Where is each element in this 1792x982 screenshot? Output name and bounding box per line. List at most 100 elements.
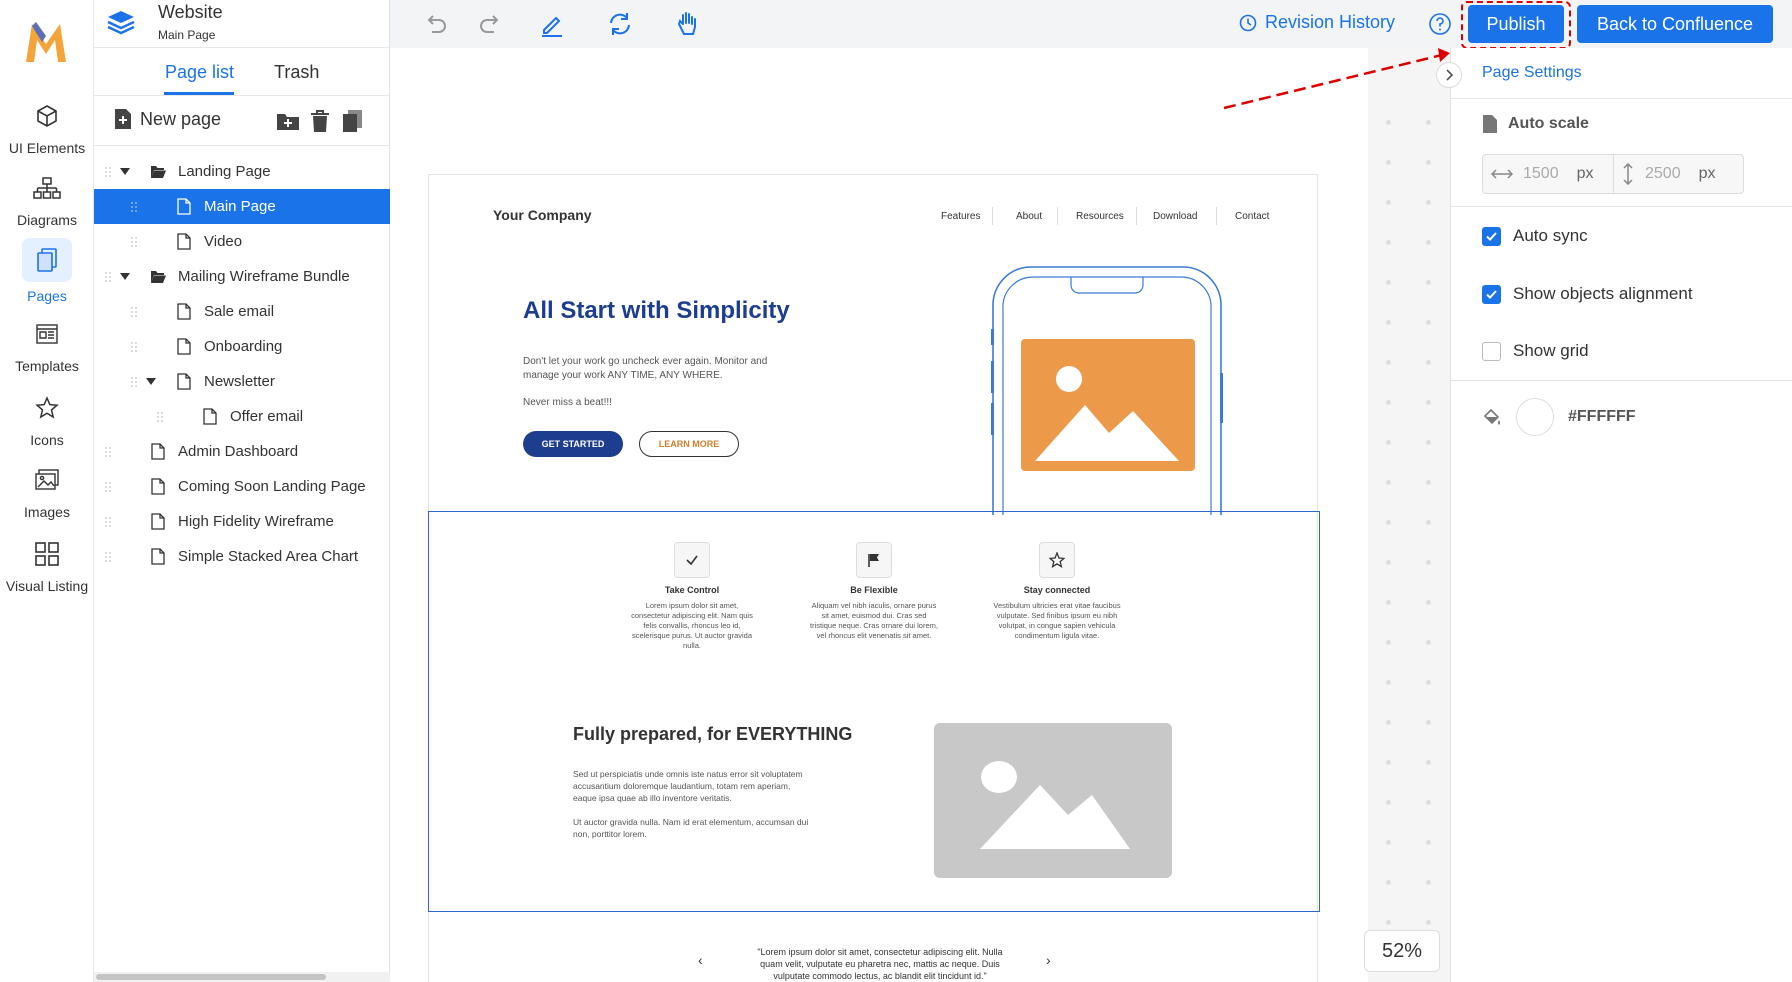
drag-handle-icon[interactable] bbox=[104, 551, 112, 563]
height-unit: px bbox=[1698, 165, 1716, 182]
rail-item-templates[interactable]: Templates bbox=[0, 316, 94, 374]
get-started-button[interactable]: GET STARTED bbox=[523, 431, 623, 457]
tab-trash[interactable]: Trash bbox=[274, 62, 319, 83]
image-placeholder-icon bbox=[934, 723, 1172, 878]
collapse-panel-button[interactable] bbox=[1436, 62, 1462, 88]
drag-handle-icon[interactable] bbox=[104, 516, 112, 528]
nav-separator bbox=[1057, 207, 1058, 225]
show-grid-checkbox[interactable]: Show grid bbox=[1482, 341, 1589, 361]
drag-handle-icon[interactable] bbox=[130, 306, 138, 318]
tree-item[interactable]: Offer email bbox=[94, 399, 390, 434]
tree-item[interactable]: Landing Page bbox=[94, 154, 390, 189]
tree-item-label: Admin Dashboard bbox=[178, 443, 299, 460]
folder-open-icon bbox=[151, 271, 166, 283]
caret-down-icon[interactable] bbox=[120, 273, 130, 280]
color-hex[interactable]: #FFFFFF bbox=[1568, 408, 1636, 426]
redo-icon[interactable] bbox=[476, 10, 504, 38]
feature-title: Take Control bbox=[664, 585, 720, 595]
wireframe-nav-resources[interactable]: Resources bbox=[1076, 211, 1124, 222]
rail-item-diagrams[interactable]: Diagrams bbox=[0, 170, 94, 228]
hand-pan-icon[interactable] bbox=[674, 10, 702, 38]
auto-sync-checkbox[interactable]: Auto sync bbox=[1482, 226, 1588, 246]
rail-item-images[interactable]: Images bbox=[0, 462, 94, 520]
new-page-icon bbox=[115, 109, 131, 129]
drag-handle-icon[interactable] bbox=[156, 411, 164, 423]
drag-handle-icon[interactable] bbox=[130, 376, 138, 388]
publish-button[interactable]: Publish bbox=[1468, 5, 1564, 43]
duplicate-icon[interactable] bbox=[340, 108, 364, 134]
auto-scale[interactable]: Auto scale bbox=[1482, 114, 1589, 134]
carousel-next-icon[interactable]: › bbox=[1046, 952, 1051, 968]
drag-handle-icon[interactable] bbox=[104, 271, 112, 283]
checkbox-checked-icon[interactable] bbox=[1482, 226, 1501, 246]
page-tree: Landing Page Main Page Video Mailing Wirefr… bbox=[94, 154, 390, 574]
tree-item[interactable]: Main Page bbox=[94, 189, 390, 224]
scrollbar-thumb[interactable] bbox=[96, 974, 326, 980]
drag-handle-icon[interactable] bbox=[130, 201, 138, 213]
rail-label: Diagrams bbox=[17, 212, 77, 228]
grid-dot bbox=[1386, 400, 1391, 405]
wireframe-nav-about[interactable]: About bbox=[1016, 211, 1042, 222]
rail-item-icons[interactable]: Icons bbox=[0, 390, 94, 448]
tree-item[interactable]: Sale email bbox=[94, 294, 390, 329]
tree-item[interactable]: Newsletter bbox=[94, 364, 390, 399]
color-swatch[interactable] bbox=[1516, 398, 1554, 436]
grid-dot bbox=[1386, 320, 1391, 325]
new-page-button[interactable]: New page bbox=[114, 108, 221, 130]
tree-item[interactable]: High Fidelity Wireframe bbox=[94, 504, 390, 539]
drag-handle-icon[interactable] bbox=[104, 481, 112, 493]
drag-handle-icon[interactable] bbox=[104, 166, 112, 178]
tree-item[interactable]: Mailing Wireframe Bundle bbox=[94, 259, 390, 294]
height-value: 2500 bbox=[1645, 165, 1681, 182]
learn-more-button[interactable]: LEARN MORE bbox=[639, 431, 739, 457]
edit-pencil-icon[interactable] bbox=[538, 10, 566, 38]
height-input[interactable]: 2500 px bbox=[1623, 155, 1743, 193]
feature-take-control: Take Control Lorem ipsum dolor sit amet,… bbox=[627, 542, 757, 651]
help-icon[interactable] bbox=[1428, 12, 1452, 36]
undo-icon[interactable] bbox=[422, 10, 450, 38]
tree-item[interactable]: Simple Stacked Area Chart bbox=[94, 539, 390, 574]
grid-dot bbox=[1426, 520, 1431, 525]
grid-dot bbox=[1386, 920, 1391, 925]
selected-section[interactable]: Take Control Lorem ipsum dolor sit amet,… bbox=[428, 511, 1320, 912]
prepared-title: Fully prepared, for EVERYTHING bbox=[573, 724, 853, 744]
tree-item[interactable]: Admin Dashboard bbox=[94, 434, 390, 469]
page-icon bbox=[203, 408, 217, 425]
new-folder-icon[interactable] bbox=[276, 108, 300, 134]
grid-dot bbox=[1386, 160, 1391, 165]
caret-down-icon[interactable] bbox=[146, 378, 156, 385]
checkbox-checked-icon[interactable] bbox=[1482, 284, 1501, 304]
rail-item-pages[interactable]: Pages bbox=[0, 238, 94, 304]
tab-page-list[interactable]: Page list bbox=[165, 62, 234, 83]
panel-scrollbar[interactable] bbox=[94, 972, 390, 982]
carousel-prev-icon[interactable]: ‹ bbox=[698, 952, 703, 968]
sync-icon[interactable] bbox=[606, 10, 634, 38]
grid-dot bbox=[1426, 640, 1431, 645]
prepared-text: Sed ut perspiciatis unde omnis iste natu… bbox=[573, 769, 803, 803]
tree-item[interactable]: Video bbox=[94, 224, 390, 259]
tree-item[interactable]: Onboarding bbox=[94, 329, 390, 364]
wireframe-nav-download[interactable]: Download bbox=[1153, 211, 1197, 222]
drag-handle-icon[interactable] bbox=[104, 446, 112, 458]
width-input[interactable]: 1500 px bbox=[1491, 155, 1613, 193]
revision-history-label: Revision History bbox=[1265, 12, 1396, 32]
back-to-confluence-button[interactable]: Back to Confluence bbox=[1577, 5, 1773, 43]
trash-icon[interactable] bbox=[308, 108, 332, 134]
drag-handle-icon[interactable] bbox=[130, 236, 138, 248]
grid-dot bbox=[1386, 600, 1391, 605]
rail-item-visual-listing[interactable]: Visual Listing bbox=[0, 536, 94, 594]
drag-handle-icon[interactable] bbox=[130, 341, 138, 353]
revision-history-button[interactable]: Revision History bbox=[1239, 12, 1395, 33]
grid-dot bbox=[1426, 240, 1431, 245]
divider bbox=[1613, 155, 1614, 193]
wireframe-nav-contact[interactable]: Contact bbox=[1235, 211, 1269, 222]
document-icon bbox=[1483, 115, 1497, 133]
grid-dot bbox=[1426, 720, 1431, 725]
caret-down-icon[interactable] bbox=[120, 168, 130, 175]
wireframe-nav-features[interactable]: Features bbox=[941, 211, 980, 222]
tree-item[interactable]: Coming Soon Landing Page bbox=[94, 469, 390, 504]
checkbox-unchecked-icon[interactable] bbox=[1482, 341, 1501, 361]
zoom-level[interactable]: 52% bbox=[1364, 930, 1440, 972]
show-alignment-checkbox[interactable]: Show objects alignment bbox=[1482, 284, 1693, 304]
rail-item-ui-elements[interactable]: UI Elements bbox=[0, 98, 94, 156]
